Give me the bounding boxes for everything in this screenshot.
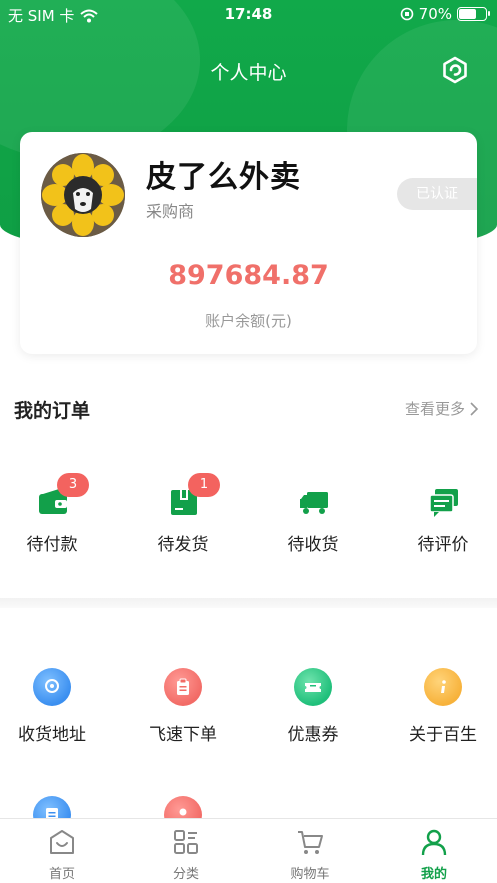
user-role: 采购商 xyxy=(146,202,195,221)
service-shipping-address[interactable]: 收货地址 xyxy=(0,668,107,758)
battery-level xyxy=(459,9,476,19)
status-bar: 无 SIM 卡 17:48 70% xyxy=(0,0,497,28)
tab-mine[interactable]: 我的 xyxy=(372,819,496,883)
review-chat-icon xyxy=(429,489,458,517)
tab-label: 首页 xyxy=(48,867,75,882)
order-count-badge: 1 xyxy=(188,473,220,497)
shop-name: 皮了么外卖 xyxy=(146,160,301,195)
view-more-orders-link[interactable]: 查看更多 xyxy=(405,398,479,419)
info-icon xyxy=(424,668,462,706)
account-balance-label: 账户余额(元) xyxy=(205,312,292,330)
chevron-right-icon xyxy=(470,401,479,416)
tab-label: 我的 xyxy=(420,867,447,882)
service-about[interactable]: 关于百生 xyxy=(388,668,497,758)
tab-label: 购物车 xyxy=(290,867,330,882)
verified-badge: 已认证 xyxy=(397,178,477,210)
location-pin-icon xyxy=(33,668,71,706)
section-divider xyxy=(0,598,497,608)
service-label: 飞速下单 xyxy=(149,725,217,745)
order-status-pending-shipment[interactable]: 1 待发货 xyxy=(133,473,233,560)
profile-card[interactable]: 皮了么外卖 采购商 已认证 897684.87 账户余额(元) xyxy=(20,132,477,354)
orientation-lock-icon xyxy=(400,7,413,21)
orders-section-title: 我的订单 xyxy=(14,400,91,422)
avatar-image xyxy=(41,153,125,237)
cart-icon xyxy=(298,831,323,854)
order-status-pending-review[interactable]: 待评价 xyxy=(393,480,493,560)
order-status-label: 待发货 xyxy=(157,535,209,555)
service-coupons[interactable]: 优惠券 xyxy=(258,668,368,758)
service-label: 优惠券 xyxy=(287,725,339,745)
order-status-label: 待收货 xyxy=(287,535,339,555)
settings-button[interactable] xyxy=(441,56,469,84)
delivery-truck-icon xyxy=(300,492,328,514)
bottom-tab-bar: 首页 分类 购物车 我的 xyxy=(0,818,497,883)
service-quick-order[interactable]: 飞速下单 xyxy=(128,668,238,758)
home-icon xyxy=(50,830,74,854)
battery-icon xyxy=(457,7,490,21)
tab-category[interactable]: 分类 xyxy=(124,819,248,883)
order-status-pending-receipt[interactable]: 待收货 xyxy=(263,480,363,560)
account-balance[interactable]: 897684.87 xyxy=(20,260,477,291)
order-status-label: 待评价 xyxy=(417,535,469,555)
order-status-pending-payment[interactable]: 3 待付款 xyxy=(2,473,102,560)
tab-home[interactable]: 首页 xyxy=(0,819,124,883)
view-more-label: 查看更多 xyxy=(404,400,465,418)
tab-label: 分类 xyxy=(172,867,199,882)
order-status-label: 待付款 xyxy=(26,535,78,555)
avatar[interactable] xyxy=(41,153,125,237)
service-label: 关于百生 xyxy=(409,725,477,745)
battery-percent: 70% xyxy=(418,5,452,23)
settings-hexagon-icon xyxy=(443,56,467,84)
service-label: 收货地址 xyxy=(18,725,86,745)
order-count-badge: 3 xyxy=(57,473,89,497)
tab-cart[interactable]: 购物车 xyxy=(248,819,372,883)
category-grid-icon xyxy=(174,830,198,854)
page-title: 个人中心 xyxy=(210,62,287,84)
coupon-ticket-icon xyxy=(294,668,332,706)
battery-info: 70% xyxy=(400,5,490,23)
user-profile-icon xyxy=(421,829,447,856)
clipboard-icon xyxy=(164,668,202,706)
